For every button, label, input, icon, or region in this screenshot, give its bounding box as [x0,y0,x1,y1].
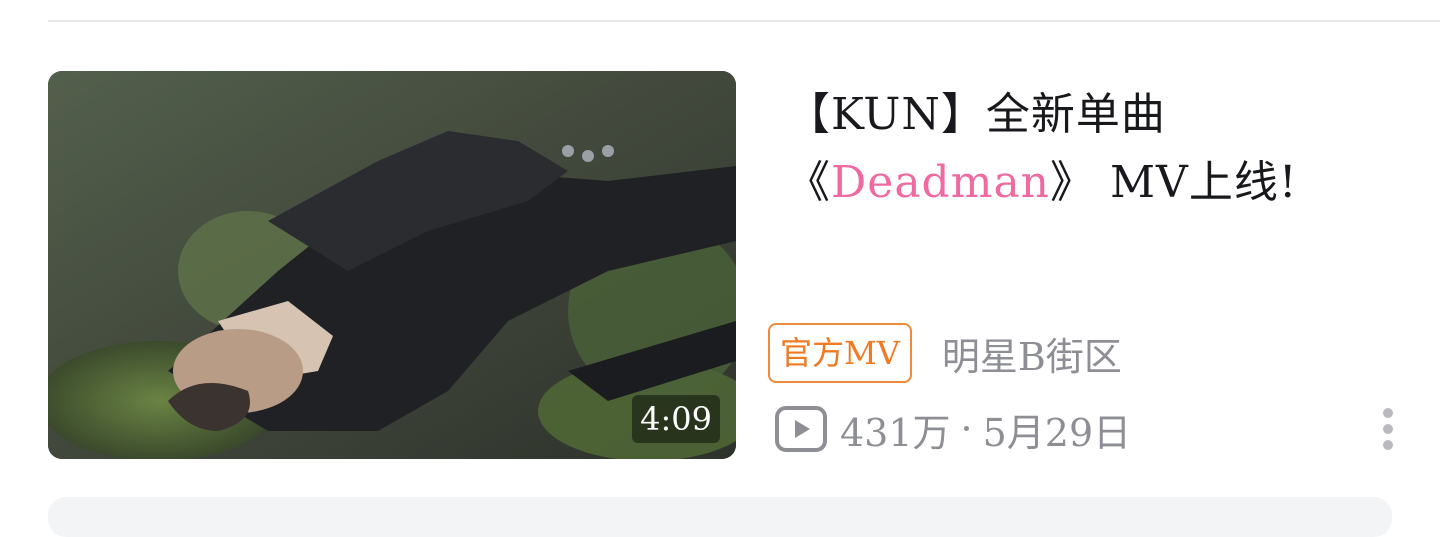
duration-badge: 4:09 [632,395,720,443]
view-count: 431万 [840,410,951,455]
uploader-name[interactable]: 明星B街区 [942,326,1122,381]
video-title[interactable]: 【KUN】全新单曲《Deadman》 MV上线! [786,81,1386,217]
next-card-preview [48,497,1392,537]
meta-separator: · [960,407,973,451]
stats-row: 431万 · 5月29日 [774,401,1131,457]
play-count-icon [775,406,827,452]
top-divider [48,20,1440,22]
video-thumbnail[interactable]: 4:09 [48,71,736,459]
title-suffix: 》 MV上线! [1050,157,1298,208]
official-mv-tag: 官方MV [768,323,912,383]
video-card[interactable]: 4:09 【KUN】全新单曲《Deadman》 MV上线! 官方MV 明星B街区… [48,71,1440,459]
more-vertical-icon[interactable] [1378,405,1398,453]
video-info: 【KUN】全新单曲《Deadman》 MV上线! 官方MV 明星B街区 431万… [768,71,1406,459]
publish-date: 5月29日 [982,410,1132,455]
title-highlight: Deadman [831,157,1051,208]
uploader-row: 官方MV 明星B街区 [768,323,1122,383]
